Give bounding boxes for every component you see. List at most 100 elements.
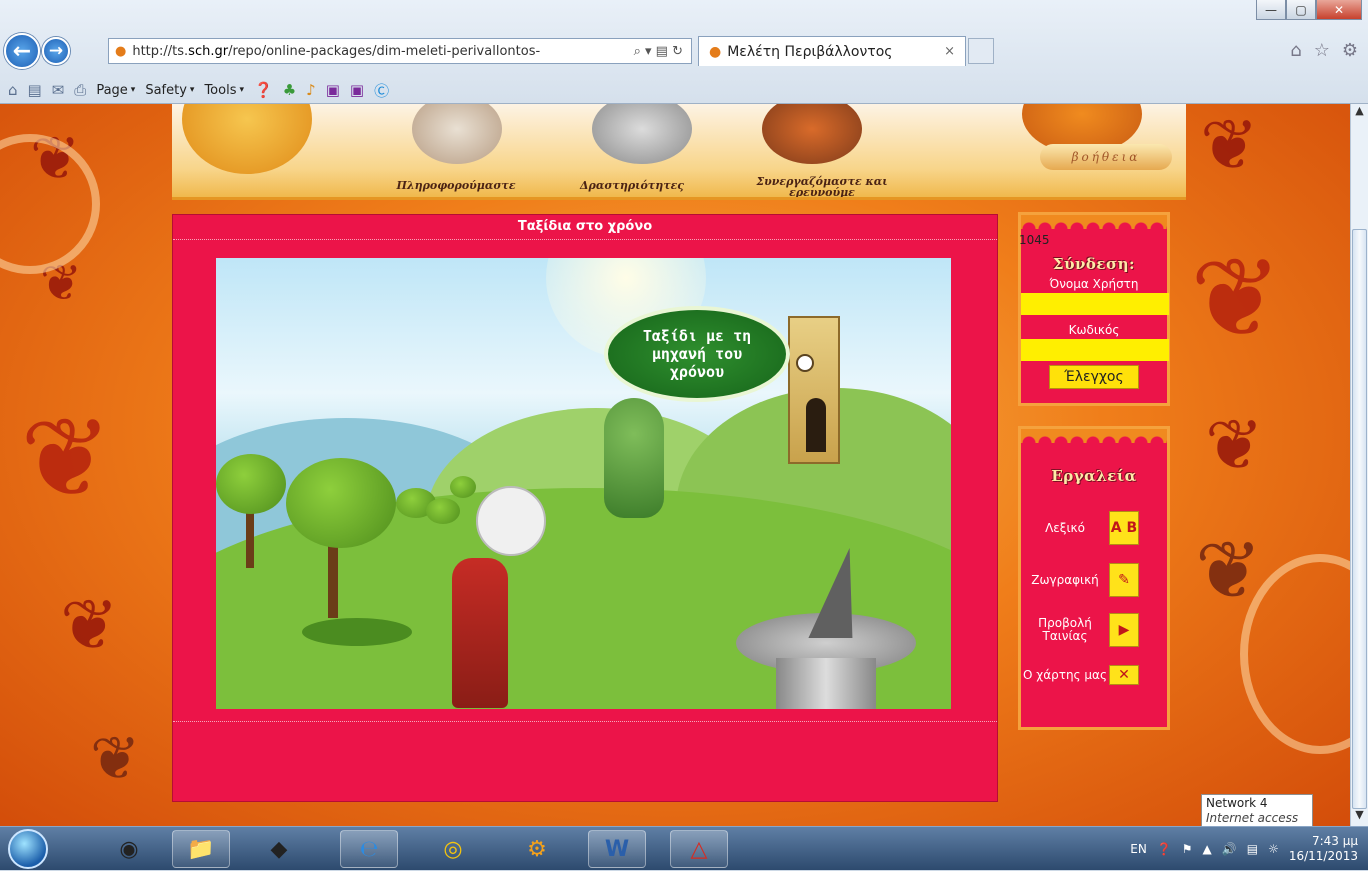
username-field[interactable]	[1021, 293, 1169, 315]
old-scientist-character	[476, 486, 546, 556]
tree	[450, 476, 476, 498]
password-field[interactable]	[1021, 339, 1169, 361]
forward-button[interactable]: →	[42, 37, 70, 65]
taskbar: ◉ 📁 ◆ ℮ ◎ ⚙ W △ EN ❓ ⚑ ▲ 🔊 ▤ ☼ 7:43 μμ 1…	[0, 826, 1368, 870]
home-icon[interactable]: ⌂	[8, 81, 18, 99]
scallop-border	[1021, 429, 1167, 443]
compass-graphic	[182, 104, 312, 174]
nav-collaborate-link[interactable]: Συνεργαζόμαστε και ερευνούμε	[722, 176, 922, 197]
tab-title: Μελέτη Περιβάλλοντος	[727, 43, 893, 60]
tab-favicon-icon: ●	[709, 43, 722, 60]
tools-app-icon[interactable]: ⚙	[508, 830, 566, 868]
tool-dictionary[interactable]: Λεξικό A B	[1021, 511, 1167, 545]
chrome-icon[interactable]: ◎	[424, 830, 482, 868]
scroll-down-arrow-icon[interactable]: ▼	[1351, 808, 1368, 826]
acrobat-icon[interactable]: △	[670, 830, 728, 868]
volume-icon[interactable]: 🔊	[1222, 842, 1237, 856]
help-icon[interactable]: ❓	[254, 81, 273, 99]
scroll-up-arrow-icon[interactable]: ▲	[1351, 104, 1368, 122]
back-button[interactable]: ←	[4, 33, 40, 69]
site-header-banner: Πληροφορούμαστε Δραστηριότητες Συνεργαζό…	[172, 104, 1186, 200]
map-icon[interactable]: ✕	[1109, 665, 1139, 685]
mail-icon[interactable]: ✉	[52, 81, 65, 99]
print-icon[interactable]: ⎙	[74, 81, 86, 99]
help-button[interactable]: βοήθεια	[1040, 144, 1172, 170]
clock-icon	[796, 354, 814, 372]
page-menu[interactable]: Page ▾	[96, 83, 135, 98]
tab-meleti-perivallontos[interactable]: ● Μελέτη Περιβάλλοντος ×	[698, 36, 966, 66]
address-url[interactable]: http://ts.sch.gr/repo/online-packages/di…	[132, 44, 625, 59]
nav-info-link[interactable]: Πληροφορούμαστε	[386, 180, 526, 191]
paint-icon[interactable]: ✎	[1109, 563, 1139, 597]
new-tab-button[interactable]	[968, 38, 994, 64]
activities-graphic	[592, 104, 692, 164]
network-name: Network 4	[1206, 796, 1268, 810]
library-icon[interactable]: ◆	[250, 830, 308, 868]
address-tools[interactable]: ⌕ ▾ ▤ ↻	[626, 44, 691, 59]
feeds-icon[interactable]: ▤	[28, 81, 42, 99]
file-explorer-icon[interactable]: 📁	[172, 830, 230, 868]
flag-icon[interactable]: ⚑	[1182, 842, 1193, 856]
help-icon[interactable]: ❓	[1157, 842, 1172, 856]
close-window-button[interactable]: ✕	[1316, 0, 1362, 20]
maple-leaf-decoration: ❦	[20, 394, 113, 522]
window-controls: — ▢ ✕	[1256, 0, 1362, 20]
language-indicator[interactable]: EN	[1130, 842, 1147, 856]
username-label: Όνομα Χρήστη	[1049, 277, 1139, 291]
tool-map[interactable]: Ο χάρτης μας ✕	[1021, 665, 1167, 685]
network-icon[interactable]: ▤	[1247, 842, 1258, 856]
onenote-icon[interactable]: ▣	[350, 81, 364, 99]
tool-video[interactable]: Προβολή Ταινίας ▶	[1021, 613, 1167, 647]
tool-label: Ο χάρτης μας	[1023, 667, 1107, 682]
divider	[173, 721, 997, 722]
tree-shadow	[302, 618, 412, 646]
maximize-button[interactable]: ▢	[1286, 0, 1316, 20]
dragon-character	[604, 398, 664, 518]
page-viewport: ❦ ❦ ❦ ❦ ❦ ❦ ❦ ❦ ❦ Πληροφορούμαστε Δραστη…	[0, 104, 1350, 826]
old-scientist-character	[452, 558, 508, 708]
network-status: Internet access	[1206, 811, 1299, 825]
vertical-scrollbar[interactable]: ▲ ▼	[1350, 104, 1368, 826]
nav-activities-link[interactable]: Δραστηριότητες	[572, 180, 692, 191]
show-hidden-icons-icon[interactable]: ▲	[1203, 842, 1212, 856]
maple-leaf-decoration: ❦	[1190, 234, 1283, 362]
tab-close-icon[interactable]: ×	[944, 44, 955, 59]
maple-leaf-decoration: ❦	[60, 584, 119, 666]
video-icon[interactable]: ▶	[1109, 613, 1139, 647]
dictionary-icon[interactable]: A B	[1109, 511, 1139, 545]
safety-menu[interactable]: Safety ▾	[145, 83, 194, 98]
tree	[216, 454, 286, 514]
antivirus-icon[interactable]: ☼	[1268, 842, 1279, 856]
word-icon[interactable]: W	[588, 830, 646, 868]
login-panel: 1045 Σύνδεση: Όνομα Χρήστη Κωδικός Έλεγχ…	[1018, 212, 1170, 406]
favorites-star-icon[interactable]: ☆	[1314, 40, 1330, 61]
taskbar-clock[interactable]: 7:43 μμ 16/11/2013	[1289, 834, 1358, 864]
onenote-icon[interactable]: ▣	[326, 81, 340, 99]
skype-icon[interactable]: Ⓒ	[374, 80, 389, 101]
gear-icon[interactable]: ⚙	[1342, 40, 1358, 61]
home-icon[interactable]: ⌂	[1290, 40, 1301, 61]
network-tooltip: Network 4 Internet access	[1201, 794, 1313, 828]
tools-heading: Εργαλεία	[1051, 467, 1137, 485]
firefox-icon[interactable]: ◉	[100, 830, 158, 868]
addon-icon[interactable]: ♣	[283, 81, 296, 99]
tool-painting[interactable]: Ζωγραφική ✎	[1021, 563, 1167, 597]
tools-menu[interactable]: Tools ▾	[204, 83, 244, 98]
tree	[286, 458, 396, 548]
login-check-button[interactable]: Έλεγχος	[1049, 365, 1139, 389]
tool-label: Λεξικό	[1045, 520, 1085, 535]
start-button[interactable]	[8, 829, 48, 869]
time-machine-speech-bubble[interactable]: Ταξίδι με τη μηχανή του χρόνου	[604, 306, 790, 402]
page-title: Ταξίδια στο χρόνο	[517, 219, 653, 234]
visit-counter: 1045	[1019, 233, 1050, 247]
time-travel-scene[interactable]: Ταξίδι με τη μηχανή του χρόνου	[216, 258, 951, 709]
arrow-right-icon: →	[48, 41, 64, 61]
scrollbar-thumb[interactable]	[1352, 229, 1367, 809]
address-bar[interactable]: ● http://ts.sch.gr/repo/online-packages/…	[108, 38, 692, 64]
collaborate-graphic	[762, 104, 862, 164]
tower-arch	[806, 398, 826, 452]
internet-explorer-icon[interactable]: ℮	[340, 830, 398, 868]
command-bar: ⌂ ▤ ✉ ⎙ Page ▾ Safety ▾ Tools ▾ ❓ ♣ ♪ ▣ ▣ Ⓒ	[0, 78, 900, 102]
addon-icon[interactable]: ♪	[306, 81, 316, 99]
minimize-button[interactable]: —	[1256, 0, 1286, 20]
